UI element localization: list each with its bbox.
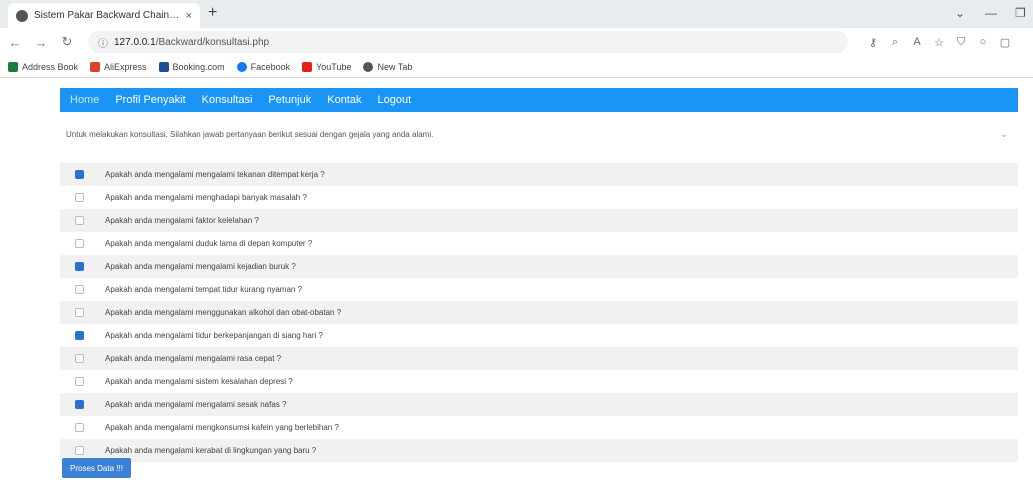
zoom-icon[interactable]: ⌕ — [884, 36, 906, 49]
nav-kontak[interactable]: Kontak — [327, 94, 361, 106]
question-row: Apakah anda mengalami mengalami tekanan … — [60, 163, 1018, 186]
question-checkbox[interactable] — [75, 446, 84, 455]
chevron-down-icon[interactable]: ⌄ — [1000, 129, 1008, 140]
question-text: Apakah anda mengalami mengalami rasa cep… — [105, 354, 282, 363]
globe-icon — [16, 9, 28, 22]
intro-text: Untuk melakukan konsultasi, Silahkan jaw… — [66, 129, 434, 139]
bookmark-item[interactable]: YouTube — [302, 61, 352, 72]
extension-icon[interactable]: ○ — [972, 36, 994, 49]
bookmark-label: Booking.com — [172, 61, 225, 72]
question-checkbox[interactable] — [75, 170, 84, 179]
bookmark-item[interactable]: New Tab — [363, 61, 413, 72]
nav-profil-penyakit[interactable]: Profil Penyakit — [115, 94, 185, 106]
read-aloud-icon[interactable]: A — [906, 36, 928, 49]
question-text: Apakah anda mengalami mengalami sesak na… — [105, 400, 287, 409]
address-bar-row: ← → ↻ ⓘ 127.0.0.1/Backward/konsultasi.ph… — [0, 28, 1033, 56]
site-navbar: Home Profil Penyakit Konsultasi Petunjuk… — [60, 88, 1018, 112]
question-checkbox[interactable] — [75, 308, 84, 317]
question-row: Apakah anda mengalami mengalami rasa cep… — [60, 347, 1018, 370]
url-field[interactable]: ⓘ 127.0.0.1/Backward/konsultasi.php — [88, 31, 848, 53]
bookmark-label: New Tab — [377, 61, 413, 72]
question-text: Apakah anda mengalami mengkonsumsi kafei… — [105, 423, 339, 432]
bookmark-icon — [363, 61, 374, 72]
question-row: Apakah anda mengalami sistem kesalahan d… — [60, 370, 1018, 393]
question-row: Apakah anda mengalami tidur berkepanjang… — [60, 324, 1018, 347]
chevron-down-icon[interactable]: ⌄ — [955, 6, 965, 20]
question-row: Apakah anda mengalami faktor kelelahan ? — [60, 209, 1018, 232]
question-text: Apakah anda mengalami sistem kesalahan d… — [105, 377, 293, 386]
url-path: /Backward/konsultasi.php — [155, 36, 270, 48]
question-text: Apakah anda mengalami menghadapi banyak … — [105, 193, 307, 202]
question-text: Apakah anda mengalami tempat tidur kuran… — [105, 285, 303, 294]
question-checkbox[interactable] — [75, 331, 84, 340]
question-text: Apakah anda mengalami kerabat di lingkun… — [105, 446, 317, 455]
question-row: Apakah anda mengalami menghadapi banyak … — [60, 186, 1018, 209]
browser-tab[interactable]: Sistem Pakar Backward Chaining × — [8, 3, 200, 28]
back-icon[interactable]: ← — [4, 35, 26, 50]
bookmarks-bar: Address Book AliExpress Booking.com Face… — [0, 56, 1033, 78]
question-checkbox[interactable] — [75, 423, 84, 432]
key-icon[interactable]: ⚷ — [862, 36, 884, 49]
collections-icon[interactable]: ▢ — [994, 36, 1016, 49]
new-tab-button[interactable]: + — [208, 4, 217, 22]
question-checkbox[interactable] — [75, 400, 84, 409]
consultation-intro: Untuk melakukan konsultasi, Silahkan jaw… — [60, 122, 1018, 146]
tab-close-icon[interactable]: × — [186, 10, 192, 22]
question-checkbox[interactable] — [75, 262, 84, 271]
question-text: Apakah anda mengalami duduk lama di depa… — [105, 239, 313, 248]
question-row: Apakah anda mengalami mengalami sesak na… — [60, 393, 1018, 416]
minimize-icon[interactable]: — — [985, 6, 997, 20]
question-list: Apakah anda mengalami mengalami tekanan … — [60, 163, 1018, 462]
question-checkbox[interactable] — [75, 239, 84, 248]
question-text: Apakah anda mengalami mengalami kejadian… — [105, 262, 296, 271]
bookmark-label: AliExpress — [104, 61, 147, 72]
question-row: Apakah anda mengalami tempat tidur kuran… — [60, 278, 1018, 301]
shield-icon[interactable]: ⛉ — [950, 36, 972, 49]
bookmark-item[interactable]: Facebook — [236, 61, 291, 72]
question-checkbox[interactable] — [75, 377, 84, 386]
question-checkbox[interactable] — [75, 285, 84, 294]
forward-icon[interactable]: → — [30, 35, 52, 50]
question-row: Apakah anda mengalami mengkonsumsi kafei… — [60, 416, 1018, 439]
question-text: Apakah anda mengalami mengalami tekanan … — [105, 170, 325, 179]
question-row: Apakah anda mengalami mengalami kejadian… — [60, 255, 1018, 278]
question-row: Apakah anda mengalami duduk lama di depa… — [60, 232, 1018, 255]
question-checkbox[interactable] — [75, 216, 84, 225]
question-checkbox[interactable] — [75, 354, 84, 363]
question-checkbox[interactable] — [75, 193, 84, 202]
browser-tabstrip: Sistem Pakar Backward Chaining × + ⌄ — ❐ — [0, 0, 1033, 28]
nav-konsultasi[interactable]: Konsultasi — [202, 94, 253, 106]
favorite-star-icon[interactable]: ☆ — [928, 36, 950, 49]
toolbar-icons: ⚷ ⌕ A ☆ ⛉ ○ ▢ — [862, 36, 1016, 49]
nav-logout[interactable]: Logout — [377, 94, 411, 106]
url-host: 127.0.0.1 — [114, 36, 156, 48]
bookmark-label: Facebook — [250, 61, 291, 72]
nav-home[interactable]: Home — [70, 94, 99, 106]
bookmark-icon — [236, 61, 247, 72]
bookmark-icon — [302, 61, 313, 72]
restore-icon[interactable]: ❐ — [1015, 6, 1026, 20]
bookmark-item[interactable]: AliExpress — [90, 61, 147, 72]
question-row: Apakah anda mengalami menggunakan alkoho… — [60, 301, 1018, 324]
bookmark-icon — [158, 61, 169, 72]
bookmark-label: YouTube — [316, 61, 352, 72]
submit-button[interactable]: Proses Data !!! — [62, 458, 131, 478]
tab-title: Sistem Pakar Backward Chaining — [34, 10, 180, 21]
question-text: Apakah anda mengalami menggunakan alkoho… — [105, 308, 342, 317]
bookmark-item[interactable]: Booking.com — [158, 61, 225, 72]
bookmark-label: Address Book — [22, 61, 79, 72]
question-text: Apakah anda mengalami faktor kelelahan ? — [105, 216, 259, 225]
nav-petunjuk[interactable]: Petunjuk — [268, 94, 311, 106]
bookmark-icon — [90, 61, 101, 72]
question-row: Apakah anda mengalami kerabat di lingkun… — [60, 439, 1018, 462]
bookmark-icon — [8, 61, 18, 72]
question-text: Apakah anda mengalami tidur berkepanjang… — [105, 331, 323, 340]
reload-icon[interactable]: ↻ — [56, 34, 78, 50]
bookmark-item[interactable]: Address Book — [8, 61, 79, 72]
info-icon[interactable]: ⓘ — [98, 35, 108, 50]
